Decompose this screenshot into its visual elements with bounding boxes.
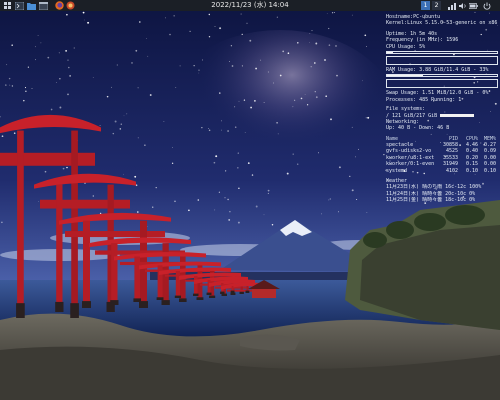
- battery-icon[interactable]: [469, 1, 478, 10]
- conky-system-monitor: Hostname:PC-ubuntu Kernel:Linux 5.15.0-5…: [386, 14, 498, 204]
- workspace-1[interactable]: 1: [421, 1, 430, 10]
- kernel-info: Kernel:Linux 5.15.0-53-generic on x86_64: [386, 20, 498, 27]
- swap-usage-label: Swap Usage: 1.51 MiB/12.0 GiB - 0%: [386, 90, 489, 97]
- network-icon[interactable]: [447, 1, 456, 10]
- network-speed: Up: 40 B - Down: 46 B: [386, 125, 450, 132]
- power-icon[interactable]: [482, 1, 492, 10]
- window-icon[interactable]: [39, 1, 48, 10]
- process-row: systemd 4102 0.10 0.10: [386, 168, 498, 174]
- workspace-2[interactable]: 2: [432, 1, 441, 10]
- ram-usage-bar: [386, 74, 498, 78]
- process-cpu: 0.10: [465, 167, 478, 174]
- cpu-usage-graph: [386, 55, 498, 65]
- ram-usage-graph: [386, 79, 498, 89]
- terminal-icon[interactable]: [15, 1, 24, 10]
- volume-icon[interactable]: [458, 1, 467, 10]
- file-system-root-bar: [440, 114, 475, 118]
- ram-usage-label: RAM Usage: 3.88 GiB/11.4 GiB - 33%: [386, 66, 489, 73]
- weather-day-3: 11月25日(金) 晴時々曇 18c-10c 0%: [386, 197, 476, 204]
- file-system-root-label: / 121 GiB/217 GiB: [386, 112, 438, 119]
- folder-icon[interactable]: [27, 1, 36, 10]
- weather-day-1: 11月23日(水) 晴のち雨 16c-12c 100%: [386, 184, 482, 191]
- firefox-icon[interactable]: [54, 1, 64, 10]
- cpu-usage-label: CPU Usage: 5%: [386, 43, 426, 50]
- cpu-usage-bar: [386, 50, 498, 54]
- process-count: Processes: 485 Running: 1: [386, 96, 462, 103]
- process-name: systemd: [386, 167, 408, 174]
- browser-icon[interactable]: [66, 1, 75, 10]
- top-panel: 2022/11/23 (水) 14:04 1 2: [0, 0, 500, 11]
- process-mem: 0.10: [483, 167, 496, 174]
- app-menu-icon[interactable]: [3, 1, 12, 10]
- process-pid: 4102: [445, 167, 458, 174]
